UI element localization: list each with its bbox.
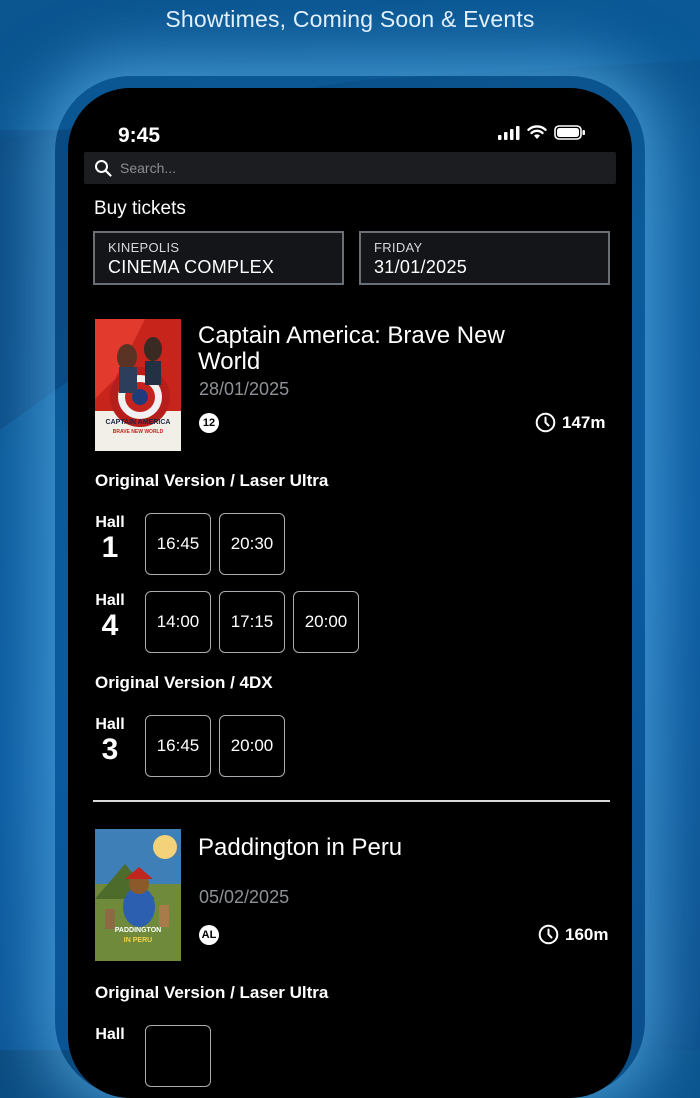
- buy-tickets-title: Buy tickets: [94, 198, 186, 219]
- cinema-value: CINEMA COMPLEX: [108, 257, 275, 277]
- showtime-button[interactable]: [145, 1025, 211, 1087]
- battery-icon: [554, 125, 585, 140]
- movie-duration: 147m: [535, 412, 605, 433]
- search-icon: [95, 160, 112, 177]
- movie-divider: [93, 800, 610, 802]
- movie-poster[interactable]: PADDINGTON IN PERU: [95, 829, 181, 961]
- cinema-selector[interactable]: KINEPOLIS CINEMA COMPLEX: [93, 231, 344, 285]
- date-selector[interactable]: FRIDAY 31/01/2025: [359, 231, 610, 285]
- wifi-icon: [527, 125, 547, 139]
- showtime-button[interactable]: 20:00: [293, 591, 359, 653]
- date-label: FRIDAY: [374, 240, 423, 255]
- clock-icon: [535, 412, 556, 433]
- cinema-label: KINEPOLIS: [108, 240, 180, 255]
- movie-date: 05/02/2025: [199, 887, 290, 907]
- hall-label: Hall: [95, 1026, 125, 1043]
- hall-label: Hall 4: [95, 592, 125, 642]
- signal-icon: [498, 125, 520, 140]
- movie-title[interactable]: Captain America: Brave New World: [198, 323, 558, 375]
- duration-text: 160m: [565, 924, 609, 944]
- hall-number: 3: [101, 733, 119, 766]
- hall-number: 4: [101, 609, 119, 642]
- showtime-button[interactable]: 16:45: [145, 715, 211, 777]
- status-icons: [498, 125, 586, 140]
- search-bar[interactable]: [84, 152, 616, 184]
- version-label: Original Version / Laser Ultra: [95, 471, 329, 490]
- movie-date: 28/01/2025: [199, 379, 290, 399]
- showtime-button[interactable]: 14:00: [145, 591, 211, 653]
- poster-title: CAPTAIN AMERICA: [105, 419, 171, 426]
- hall-label: Hall 1: [95, 514, 125, 564]
- showtime-button[interactable]: 17:15: [219, 591, 285, 653]
- movie-title[interactable]: Paddington in Peru: [198, 835, 558, 861]
- hall-number: 1: [101, 531, 119, 564]
- date-value: 31/01/2025: [374, 257, 468, 277]
- showtime-button[interactable]: 20:30: [219, 513, 285, 575]
- age-rating-icon: 12: [199, 413, 219, 433]
- showtime-button[interactable]: 16:45: [145, 513, 211, 575]
- movie-poster[interactable]: CAPTAIN AMERICA BRAVE NEW WORLD: [95, 319, 181, 451]
- version-label: Original Version / Laser Ultra: [95, 983, 329, 1002]
- phone-screen: 9:45 Buy tickets KINEPOLIS CINEMA COMPLE…: [68, 88, 632, 1098]
- version-label: Original Version / 4DX: [95, 673, 273, 692]
- banner-title: Showtimes, Coming Soon & Events: [165, 6, 535, 32]
- age-rating-icon: AL: [199, 925, 219, 945]
- hall-label: Hall 3: [95, 716, 125, 766]
- search-input[interactable]: [118, 159, 602, 177]
- status-time: 9:45: [118, 124, 161, 147]
- duration-text: 147m: [562, 412, 606, 432]
- clock-icon: [538, 924, 559, 945]
- poster-title: PADDINGTON: [114, 927, 162, 934]
- movie-duration: 160m: [538, 924, 608, 945]
- poster-subtitle: BRAVE NEW WORLD: [112, 429, 164, 435]
- showtime-button[interactable]: 20:00: [219, 715, 285, 777]
- poster-subtitle: IN PERU: [123, 937, 153, 944]
